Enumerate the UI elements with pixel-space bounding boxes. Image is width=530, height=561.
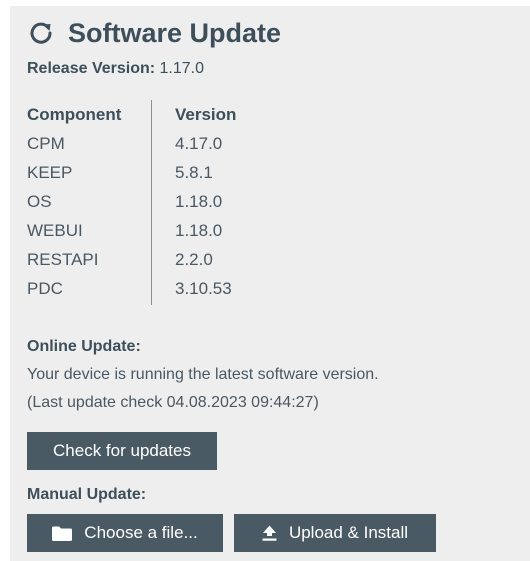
check-for-updates-label: Check for updates [53,441,191,460]
online-update-label: Online Update: [27,338,141,355]
version-column: Version 4.17.0 5.8.1 1.18.0 1.18.0 2.2.0… [175,100,325,303]
component-name: RESTAPI [27,250,99,269]
manual-update-label: Manual Update: [27,486,147,503]
choose-file-label: Choose a file... [84,523,198,542]
release-version-value: 1.17.0 [159,60,205,77]
page-title: Software Update [68,17,282,48]
upload-install-button[interactable]: Upload & Install [234,514,436,552]
component-version: 1.18.0 [175,192,223,211]
version-header: Version [175,105,237,124]
upload-install-label: Upload & Install [288,523,409,542]
release-version-label: Release Version: [27,60,156,77]
last-update-check: (Last update check 04.08.2023 09:44:27) [27,394,319,411]
component-name: WEBUI [27,221,83,240]
title-row: Software Update [28,16,281,50]
refresh-icon [28,20,54,46]
component-name: OS [27,192,52,211]
component-name: KEEP [27,163,73,182]
release-version: Release Version: 1.17.0 [27,60,204,78]
software-update-panel: Software Update Release Version: 1.17.0 … [10,6,530,561]
component-version: 1.18.0 [175,221,223,240]
component-version: 5.8.1 [175,163,213,182]
check-for-updates-button[interactable]: Check for updates [27,432,217,470]
choose-file-button[interactable]: Choose a file... [27,514,223,552]
upload-icon [262,525,277,541]
folder-icon [52,526,73,541]
component-header: Component [27,105,122,124]
component-version: 2.2.0 [175,250,213,269]
component-version: 3.10.53 [175,279,232,298]
component-name: CPM [27,134,65,153]
component-version: 4.17.0 [175,134,223,153]
component-column: Component CPM KEEP OS WEBUI RESTAPI PDC [27,100,150,303]
component-name: PDC [27,279,63,298]
column-divider [151,100,152,305]
online-update-status: Your device is running the latest softwa… [27,366,379,383]
